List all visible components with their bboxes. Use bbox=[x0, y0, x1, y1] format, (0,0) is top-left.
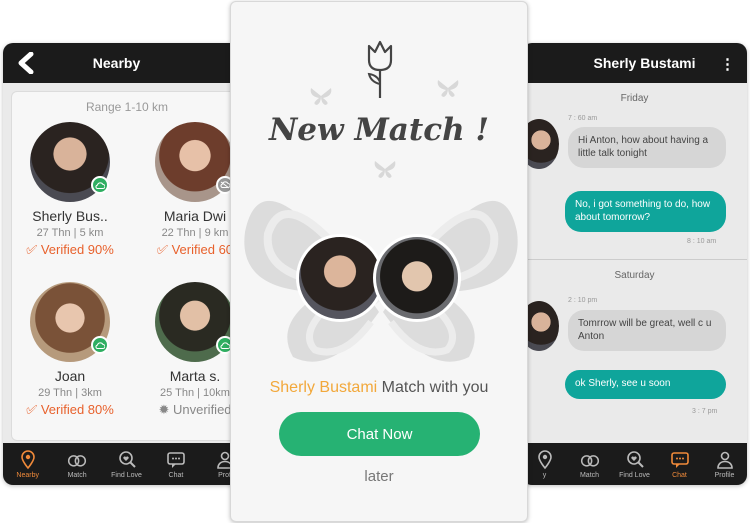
new-match-title: New Match ! bbox=[268, 112, 490, 148]
day-label: Saturday bbox=[614, 270, 655, 281]
message-bubble-outgoing: ok Sherly, see u soon bbox=[565, 370, 726, 399]
profile-name: Joan bbox=[54, 368, 86, 384]
top-bar: Sherly Bustami ⋮ bbox=[522, 43, 747, 83]
match-avatar-her bbox=[296, 234, 384, 322]
nav-match[interactable]: Match bbox=[567, 443, 612, 485]
heart-search-icon bbox=[118, 450, 136, 468]
bottom-nav: y Match Find Love Chat Profile bbox=[522, 443, 747, 485]
nav-find-love[interactable]: Find Love bbox=[612, 443, 657, 485]
message-bubble-incoming: Hi Anton, how about having a little talk… bbox=[568, 127, 726, 168]
nav-match[interactable]: Match bbox=[52, 443, 101, 485]
verified-check-icon: ✅︎ bbox=[26, 242, 38, 257]
butterfly-icon bbox=[437, 80, 459, 97]
new-match-modal: New Match ! Sherly Bustami Match with yo… bbox=[230, 1, 528, 522]
more-vertical-icon[interactable]: ⋮ bbox=[720, 55, 735, 73]
chat-screen: Sherly Bustami ⋮ Friday 7 : 60 am Hi Ant… bbox=[522, 43, 747, 485]
nav-chat[interactable]: Chat bbox=[657, 443, 702, 485]
message-time: 2 : 10 pm bbox=[568, 297, 598, 304]
cloud-icon bbox=[91, 176, 109, 194]
user-icon bbox=[716, 451, 733, 469]
divider bbox=[522, 259, 747, 260]
message-bubble-outgoing: No, i got something to do, how about tom… bbox=[565, 191, 726, 232]
message-time: 3 : 7 pm bbox=[692, 408, 718, 415]
rings-icon bbox=[68, 454, 87, 467]
chat-icon bbox=[670, 451, 689, 468]
message-time: 8 : 10 am bbox=[687, 238, 717, 245]
heart-search-icon bbox=[626, 450, 644, 468]
profile-card[interactable]: Sherly Bus.. 27 Thn | 5 km ✅︎ Verified 9… bbox=[10, 122, 130, 258]
top-bar: Nearby bbox=[3, 43, 250, 83]
range-label: Range 1-10 km bbox=[85, 100, 169, 114]
verified-status: ✅︎ Verified 80% bbox=[26, 402, 114, 417]
location-pin-icon bbox=[20, 449, 35, 469]
verified-check-icon: ✅︎ bbox=[156, 242, 168, 257]
screen-title: Sherly Bustami bbox=[593, 55, 696, 71]
location-pin-icon bbox=[537, 449, 552, 469]
nav-nearby[interactable]: Nearby bbox=[3, 443, 52, 485]
back-arrow-icon[interactable] bbox=[17, 51, 37, 77]
matched-user-name: Sherly Bustami bbox=[269, 379, 378, 396]
chat-now-button[interactable]: Chat Now bbox=[279, 412, 480, 456]
nearby-panel: Range 1-10 km Sherly Bus.. 27 Thn | 5 km… bbox=[11, 91, 241, 441]
verified-check-icon: ✅︎ bbox=[26, 402, 38, 417]
bottom-nav: Nearby Match Find Love Chat Profi bbox=[3, 443, 250, 485]
unverified-badge-icon: ✹ bbox=[158, 402, 170, 417]
profile-name: Sherly Bus.. bbox=[32, 208, 108, 224]
nav-chat[interactable]: Chat bbox=[151, 443, 200, 485]
cloud-icon bbox=[91, 336, 109, 354]
rose-icon bbox=[367, 40, 393, 98]
chat-icon bbox=[167, 451, 185, 468]
profile-card[interactable]: Joan 29 Thn | 3km ✅︎ Verified 80% bbox=[10, 282, 130, 418]
later-link[interactable]: later bbox=[231, 468, 527, 485]
message-time: 7 : 60 am bbox=[568, 115, 598, 122]
verified-status: ✅︎ Verified 90% bbox=[26, 242, 114, 257]
day-label: Friday bbox=[620, 93, 649, 104]
nav-find-love[interactable]: Find Love bbox=[102, 443, 151, 485]
screen-title: Nearby bbox=[92, 55, 141, 71]
butterfly-icon bbox=[310, 88, 332, 105]
match-message: Sherly Bustami Match with you bbox=[269, 379, 489, 396]
rings-icon bbox=[580, 454, 599, 467]
profile-info: 29 Thn | 3km bbox=[38, 387, 102, 399]
nav-nearby[interactable]: y bbox=[522, 443, 567, 485]
nearby-screen: Nearby Range 1-10 km Sherly Bus.. 27 Thn… bbox=[3, 43, 250, 485]
message-bubble-incoming: Tomrrow will be great, well c u Anton bbox=[568, 310, 726, 351]
profile-info: 27 Thn | 5 km bbox=[36, 227, 104, 239]
nav-profile[interactable]: Profile bbox=[702, 443, 747, 485]
match-avatar-him bbox=[373, 234, 461, 322]
